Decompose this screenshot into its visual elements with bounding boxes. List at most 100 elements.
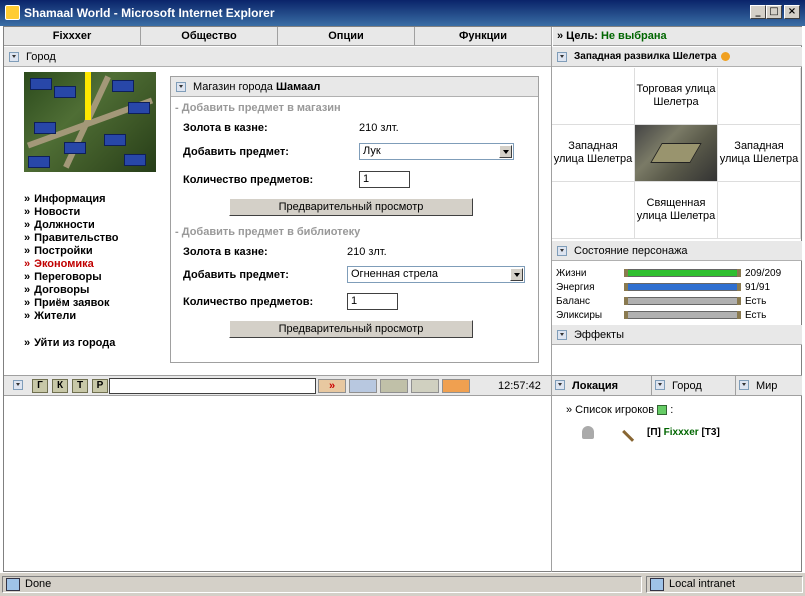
compass-icon[interactable] (721, 51, 731, 61)
browser-content: Fixxxer Общество Опции Функции » Цель: Н… (3, 26, 802, 573)
nav-options[interactable]: Опции (278, 27, 415, 45)
map-empty-cell (718, 182, 801, 239)
preview-button[interactable]: Предварительный просмотр (229, 320, 473, 338)
city-menu-item[interactable]: » Информация (24, 193, 119, 206)
status-done: Done (2, 576, 642, 593)
status-bar (624, 269, 741, 277)
quantity-input[interactable]: 1 (359, 171, 410, 188)
close-button[interactable]: × (784, 5, 800, 19)
location-title: Западная развилка Шелетра (574, 51, 717, 62)
leave-city-link[interactable]: » Уйти из города (24, 337, 115, 350)
spell-select-value: Огненная стрела (351, 268, 438, 280)
section-heading-shop[interactable]: - Добавить предмет в магазин (175, 102, 341, 114)
map-north-link[interactable]: Торговая улица Шелетра (635, 68, 718, 125)
map-south-link[interactable]: Священная улица Шелетра (635, 182, 718, 239)
player-avatar-icon[interactable] (582, 426, 594, 439)
shop-panel: Магазин города Шамаал - Добавить предмет… (170, 76, 539, 363)
status-value: 91/91 (745, 282, 771, 293)
city-menu-item[interactable]: » Постройки (24, 245, 119, 258)
player-tag: [П] (647, 427, 661, 438)
city-menu-item[interactable]: » Экономика (24, 258, 119, 271)
status-row: Эликсиры Есть (556, 310, 796, 322)
chevron-down-icon[interactable] (510, 268, 523, 281)
chat-channel-trade[interactable]: Т (72, 379, 88, 393)
minimize-button[interactable]: _ (750, 5, 766, 19)
spell-select[interactable]: Огненная стрела (347, 266, 525, 283)
map-west-link[interactable]: Западная улица Шелетра (552, 125, 635, 182)
ie-status-bar: Done Local intranet (0, 572, 805, 596)
city-menu: » Информация» Новости» Должности» Правительс… (24, 193, 119, 323)
chat-channel-clan[interactable]: К (52, 379, 68, 393)
add-item-label: Добавить предмет: (183, 146, 289, 158)
status-row: Баланс Есть (556, 296, 796, 308)
smiley-icon[interactable] (349, 379, 377, 393)
quantity-input[interactable]: 1 (347, 293, 398, 310)
city-menu-item[interactable]: » Переговоры (24, 271, 119, 284)
effects-header: Эффекты (552, 325, 802, 345)
collapse-icon[interactable] (176, 82, 186, 92)
players-heading-text: » Список игроков (566, 404, 655, 416)
intranet-icon (650, 578, 664, 591)
status-bar (624, 283, 741, 291)
maximize-button[interactable]: □ (766, 5, 782, 19)
city-menu-item[interactable]: » Приём заявок (24, 297, 119, 310)
tab-location[interactable]: Локация (552, 376, 652, 396)
goal-value[interactable]: Не выбрана (601, 30, 667, 42)
city-image (24, 72, 156, 172)
map-empty-cell (718, 68, 801, 125)
city-menu-item[interactable]: » Правительство (24, 232, 119, 245)
status-row: Энергия 91/91 (556, 282, 796, 294)
tab-world[interactable]: Мир (736, 376, 802, 396)
item-select[interactable]: Лук (359, 143, 514, 160)
ie-icon (5, 5, 20, 20)
chat-channel-private[interactable]: Р (92, 379, 108, 393)
chat-channel-general[interactable]: Г (32, 379, 48, 393)
status-value: 209/209 (745, 268, 782, 279)
send-button[interactable]: » (318, 379, 346, 393)
collapse-icon (555, 380, 565, 390)
shop-panel-header: Магазин города Шамаал (171, 77, 538, 97)
player-name[interactable]: Fixxxer (664, 427, 699, 438)
city-menu-item[interactable]: » Новости (24, 206, 119, 219)
preview-button[interactable]: Предварительный просмотр (229, 198, 473, 216)
collapse-icon (655, 380, 665, 390)
nav-character[interactable]: Fixxxer (4, 27, 141, 45)
collapse-icon[interactable] (9, 52, 19, 62)
nav-functions[interactable]: Функции (415, 27, 552, 45)
nav-society[interactable]: Общество (141, 27, 278, 45)
status-name: Баланс (556, 296, 591, 307)
collapse-icon[interactable] (557, 246, 567, 256)
status-name: Энергия (556, 282, 595, 293)
section-heading-library[interactable]: - Добавить предмет в библиотеку (175, 226, 360, 238)
leave-menu: » Уйти из города (24, 337, 115, 350)
collapse-icon[interactable] (13, 380, 23, 390)
shop-title-city: Шамаал (275, 81, 321, 93)
chat-input[interactable] (109, 378, 316, 394)
swords-icon[interactable] (380, 379, 408, 393)
city-menu-item[interactable]: » Договоры (24, 284, 119, 297)
status-bar-fill (627, 298, 738, 304)
status-bar (624, 297, 741, 305)
window-titlebar: Shamaal World - Microsoft Internet Explo… (0, 0, 805, 26)
chest-icon[interactable] (442, 379, 470, 393)
tab-city[interactable]: Город (652, 376, 736, 396)
goal-bar: » Цель: Не выбрана (553, 27, 802, 46)
quantity-label: Количество предметов: (183, 174, 314, 186)
refresh-icon[interactable] (657, 405, 668, 416)
status-title: Состояние персонажа (574, 245, 688, 257)
gold-label: Золота в казне: (183, 122, 268, 134)
status-name: Жизни (556, 268, 587, 279)
printer-icon[interactable] (411, 379, 439, 393)
map-east-link[interactable]: Западная улица Шелетра (718, 125, 801, 182)
city-menu-item[interactable]: » Должности (24, 219, 119, 232)
city-menu-item[interactable]: » Жители (24, 310, 119, 323)
shop-title-prefix: Магазин города (193, 81, 273, 93)
collapse-icon[interactable] (557, 52, 567, 62)
chevron-down-icon[interactable] (499, 145, 512, 158)
effects-title: Эффекты (574, 329, 625, 341)
players-heading: » Список игроков : (566, 404, 674, 416)
player-entry[interactable]: [П] Fixxxer [Т3] (647, 427, 720, 438)
status-row: Жизни 209/209 (556, 268, 796, 280)
status-bar-fill (627, 284, 738, 290)
collapse-icon[interactable] (557, 330, 567, 340)
